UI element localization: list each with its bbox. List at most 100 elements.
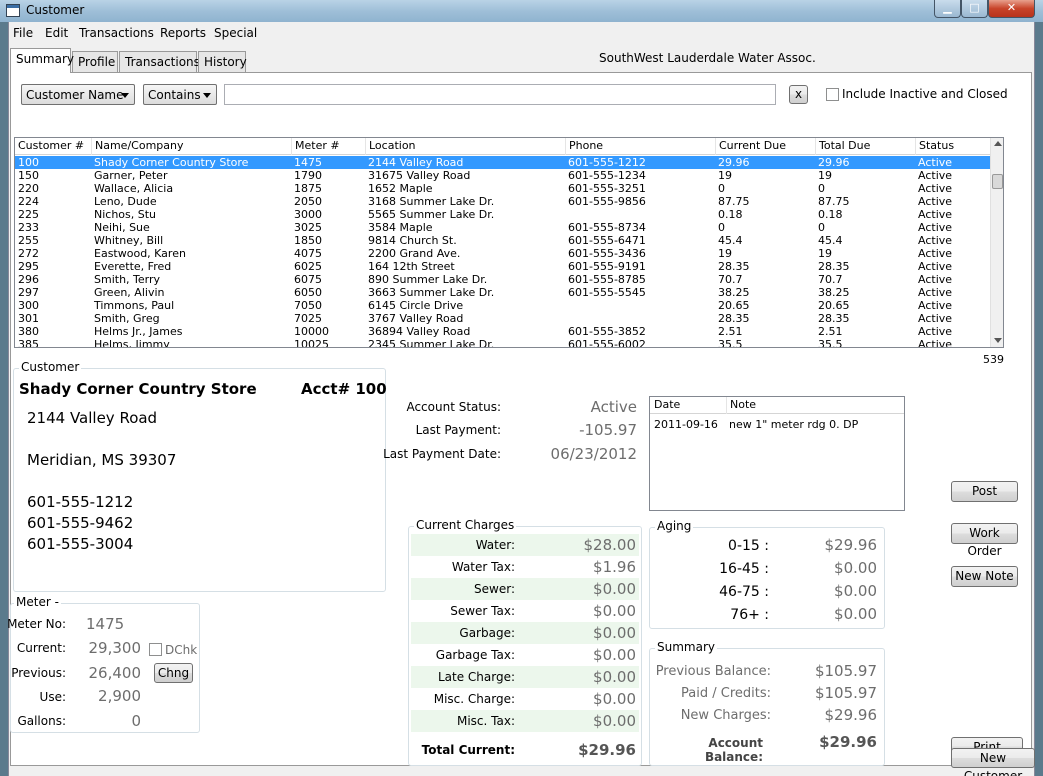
change-meter-button[interactable]: Chng xyxy=(154,663,193,683)
tab-transactions[interactable]: Transactions xyxy=(119,51,200,72)
col-meter[interactable]: Meter # xyxy=(291,138,340,155)
row-meter: 7025 xyxy=(294,312,322,325)
grid-header: Customer # Name/Company Meter # Location… xyxy=(15,138,990,155)
table-row[interactable]: 385 Helms, Jimmy 10025 2345 Summer Lake Dr.… xyxy=(15,338,990,347)
customer-grid[interactable]: Customer # Name/Company Meter # Location… xyxy=(14,137,1004,348)
row-total-due: 38.25 xyxy=(818,286,850,299)
menu-special[interactable]: Special xyxy=(214,26,257,40)
scroll-up-icon[interactable] xyxy=(994,141,1002,146)
col-name[interactable]: Name/Company xyxy=(91,138,184,155)
search-field-combo[interactable]: Customer Name xyxy=(21,84,135,105)
menu-edit[interactable]: Edit xyxy=(45,26,68,40)
row-customer-num: 233 xyxy=(18,221,39,234)
search-input[interactable] xyxy=(224,84,776,105)
charge-label: Sewer Tax: xyxy=(450,604,515,618)
meter-no-value: 1475 xyxy=(86,615,125,633)
table-row[interactable]: 150 Garner, Peter 1790 31675 Valley Road 601… xyxy=(15,169,990,182)
row-phone: 601-555-3436 xyxy=(568,247,646,260)
table-row[interactable]: 255 Whitney, Bill 1850 9814 Church St. 601-5… xyxy=(15,234,990,247)
table-row[interactable]: 301 Smith, Greg 7025 3767 Valley Road 28.35 2… xyxy=(15,312,990,325)
row-status: Active xyxy=(918,312,953,325)
grid-scrollbar[interactable] xyxy=(990,138,1003,347)
col-total-due[interactable]: Total Due xyxy=(815,138,870,155)
menu-file[interactable]: File xyxy=(13,26,33,40)
row-total-due: 19 xyxy=(818,247,832,260)
summary-value: $105.97 xyxy=(814,684,877,702)
tab-history[interactable]: History xyxy=(198,51,247,72)
charge-row: Garbage: $0.00 xyxy=(411,622,639,644)
new-note-button[interactable]: New Note xyxy=(951,566,1018,587)
window-title: Customer xyxy=(26,3,85,17)
maximize-button[interactable]: □ xyxy=(961,0,988,18)
row-phone: 601-555-9191 xyxy=(568,260,646,273)
row-location: 9814 Church St. xyxy=(368,234,457,247)
row-meter: 6075 xyxy=(294,273,322,286)
minimize-button[interactable]: ▁ xyxy=(934,0,961,18)
charge-row: Sewer Tax: $0.00 xyxy=(411,600,639,622)
new-customer-button[interactable]: New Customer xyxy=(951,748,1035,776)
note-date[interactable]: 2011-09-16 xyxy=(654,418,718,431)
search-mode-combo[interactable]: Contains xyxy=(143,84,217,105)
charge-value: $0.00 xyxy=(593,602,636,620)
tab-summary[interactable]: Summary xyxy=(10,48,74,73)
row-phone: 601-555-5545 xyxy=(568,286,646,299)
table-row[interactable]: 224 Leno, Dude 2050 3168 Summer Lake Dr. 601… xyxy=(15,195,990,208)
tab-profile[interactable]: Profile xyxy=(72,51,118,72)
menu-reports[interactable]: Reports xyxy=(160,26,206,40)
row-customer-num: 225 xyxy=(18,208,39,221)
charge-value: $0.00 xyxy=(593,580,636,598)
row-total-due: 0 xyxy=(818,182,825,195)
table-row[interactable]: 100 Shady Corner Country Store 1475 2144 Va… xyxy=(15,156,990,169)
menu-transactions[interactable]: Transactions xyxy=(79,26,154,40)
row-name: Green, Alivin xyxy=(94,286,165,299)
col-current-due[interactable]: Current Due xyxy=(715,138,786,155)
charges-list: Water: $28.00 Water Tax: $1.96 Sewer: $0.00 Se… xyxy=(411,534,639,734)
notes-col-note[interactable]: Note xyxy=(726,397,756,414)
chevron-down-icon xyxy=(203,93,211,98)
row-status: Active xyxy=(918,221,953,234)
table-row[interactable]: 225 Nichos, Stu 3000 5565 Summer Lake Dr. 0.… xyxy=(15,208,990,221)
row-name: Garner, Peter xyxy=(94,169,168,182)
close-button[interactable]: ✕ xyxy=(988,0,1035,18)
table-row[interactable]: 300 Timmons, Paul 7050 6145 Circle Drive 20.… xyxy=(15,299,990,312)
row-location: 5565 Summer Lake Dr. xyxy=(368,208,495,221)
row-total-due: 45.4 xyxy=(818,234,843,247)
title-bar[interactable]: Customer xyxy=(0,0,1043,22)
dchk-checkbox[interactable] xyxy=(149,643,162,656)
col-location[interactable]: Location xyxy=(365,138,416,155)
app-icon[interactable] xyxy=(6,4,20,17)
row-location: 2200 Grand Ave. xyxy=(368,247,461,260)
work-order-button[interactable]: Work Order xyxy=(951,523,1018,558)
table-row[interactable]: 297 Green, Alivin 6050 3663 Summer Lake Dr.… xyxy=(15,286,990,299)
row-current-due: 45.4 xyxy=(718,234,743,247)
table-row[interactable]: 380 Helms Jr., James 10000 36894 Valley Roa… xyxy=(15,325,990,338)
table-row[interactable]: 295 Everette, Fred 6025 164 12th Street 601-… xyxy=(15,260,990,273)
table-row[interactable]: 220 Wallace, Alicia 1875 1652 Maple 601-555-… xyxy=(15,182,990,195)
clear-search-button[interactable]: x xyxy=(789,85,808,104)
col-phone[interactable]: Phone xyxy=(565,138,603,155)
table-row[interactable]: 296 Smith, Terry 6075 890 Summer Lake Dr. 60… xyxy=(15,273,990,286)
scroll-down-icon[interactable] xyxy=(994,338,1002,343)
row-total-due: 29.96 xyxy=(818,156,850,169)
row-current-due: 28.35 xyxy=(718,312,750,325)
charge-row: Water Tax: $1.96 xyxy=(411,556,639,578)
notes-list[interactable]: Date Note 2011-09-16 new 1" meter rdg 0.… xyxy=(649,396,905,511)
last-payment-date-label: Last Payment Date: xyxy=(383,447,501,461)
charge-label: Late Charge: xyxy=(437,670,515,684)
org-name: SouthWest Lauderdale Water Assoc. xyxy=(599,51,816,65)
row-location: 3584 Maple xyxy=(368,221,433,234)
col-status[interactable]: Status xyxy=(915,138,954,155)
table-row[interactable]: 272 Eastwood, Karen 4075 2200 Grand Ave. 601… xyxy=(15,247,990,260)
post-button[interactable]: Post xyxy=(951,481,1018,502)
row-status: Active xyxy=(918,338,953,347)
col-customer-num[interactable]: Customer # xyxy=(15,138,84,155)
row-customer-num: 385 xyxy=(18,338,39,347)
table-row[interactable]: 233 Neihi, Sue 3025 3584 Maple 601-555-8734 0… xyxy=(15,221,990,234)
aging-value: $29.96 xyxy=(824,536,878,554)
row-status: Active xyxy=(918,234,953,247)
include-inactive-checkbox[interactable] xyxy=(826,88,839,101)
scroll-thumb[interactable] xyxy=(992,174,1003,189)
row-current-due: 19 xyxy=(718,247,732,260)
note-text[interactable]: new 1" meter rdg 0. DP xyxy=(729,418,858,431)
notes-col-date[interactable]: Date xyxy=(654,397,680,413)
